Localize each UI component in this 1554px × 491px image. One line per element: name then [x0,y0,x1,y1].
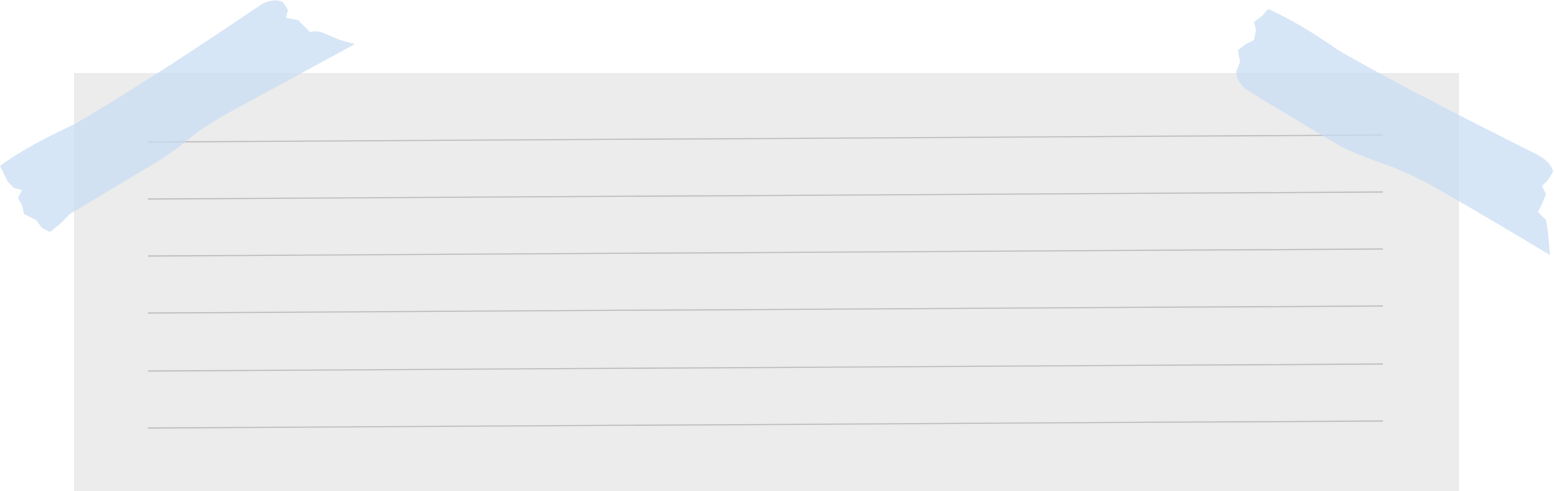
taped-note-card-scene [0,0,1553,491]
